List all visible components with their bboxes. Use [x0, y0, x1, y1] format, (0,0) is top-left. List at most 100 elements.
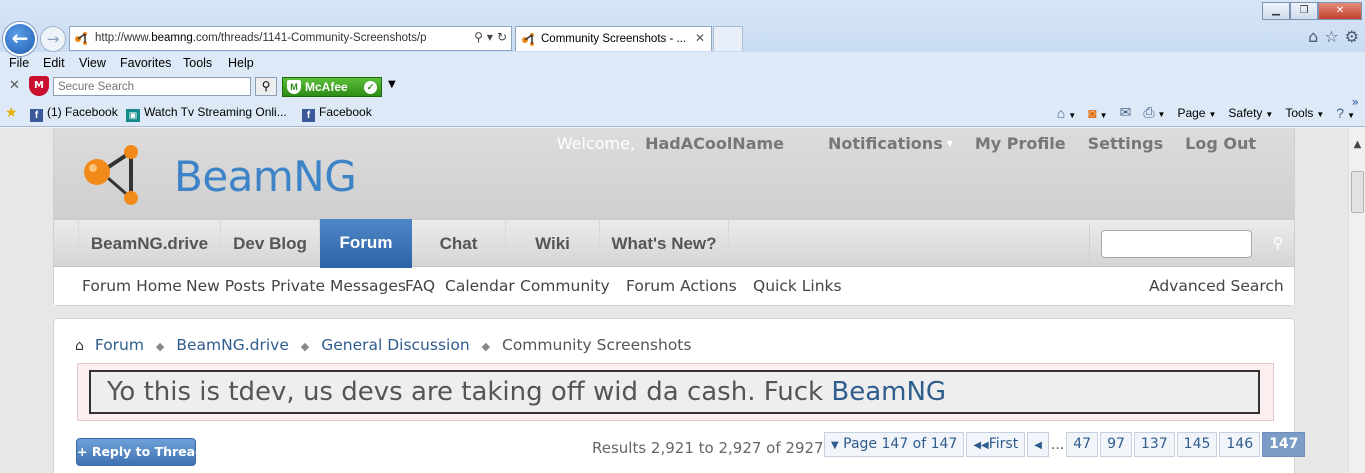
page-link[interactable]: 97	[1100, 432, 1132, 457]
window-close-icon[interactable]: ✕	[1318, 2, 1362, 20]
home-icon[interactable]: ⌂	[1308, 27, 1318, 46]
tab-beamng-drive[interactable]: BeamNG.drive	[78, 220, 221, 267]
subnav-private-messages[interactable]: Private Messages	[271, 277, 406, 295]
address-bar-icons: ⚲ ▾ ↻	[470, 30, 507, 44]
tab-whats-new[interactable]: What's New?	[600, 220, 729, 267]
print-button[interactable]: ⎙ ▼	[1143, 104, 1165, 121]
browser-tab[interactable]: Community Screenshots - ... ✕	[515, 26, 712, 51]
safety-menu[interactable]: Safety ▼	[1228, 106, 1273, 120]
close-toolbar-icon[interactable]: ✕	[9, 78, 20, 93]
vertical-scrollbar[interactable]: ▲	[1348, 128, 1365, 473]
mail-button[interactable]: ✉	[1120, 104, 1132, 121]
menu-edit[interactable]: Edit	[43, 56, 65, 70]
log-out-link[interactable]: Log Out	[1185, 134, 1256, 153]
page-link[interactable]: 145	[1176, 432, 1218, 457]
tab-dev-blog[interactable]: Dev Blog	[221, 220, 320, 267]
beamng-favicon-icon	[75, 32, 87, 45]
mcafee-shield-icon[interactable]: M	[29, 76, 49, 96]
notifications-link[interactable]: Notifications ▼	[806, 134, 953, 153]
breadcrumb: ⌂ Forum ◆ BeamNG.drive ◆ General Discuss…	[75, 336, 691, 354]
breadcrumb-general-discussion[interactable]: General Discussion	[321, 336, 469, 354]
tools-menu[interactable]: Tools ▼	[1285, 106, 1324, 120]
subnav-quick-links[interactable]: Quick Links	[753, 277, 842, 295]
my-profile-link[interactable]: My Profile	[975, 134, 1066, 153]
menu-view[interactable]: View	[79, 56, 106, 70]
page-link[interactable]: 146	[1219, 432, 1261, 457]
subnav-faq[interactable]: FAQ	[405, 277, 435, 295]
menu-help[interactable]: Help	[228, 56, 254, 70]
subnav-calendar[interactable]: Calendar	[445, 277, 515, 295]
search-input[interactable]	[1101, 230, 1252, 258]
address-url[interactable]: http://www.beamng.com/threads/1141-Commu…	[95, 32, 455, 44]
menu-tools[interactable]: Tools	[183, 56, 212, 70]
window-controls: ▁ ❐ ✕	[1262, 2, 1362, 20]
search-icon[interactable]: ⚲	[474, 30, 483, 44]
gear-icon[interactable]: ⚙	[1345, 27, 1359, 46]
minimize-icon[interactable]: ▁	[1262, 2, 1290, 20]
scrollbar-thumb[interactable]	[1351, 171, 1364, 213]
tab-title: Community Screenshots - ...	[541, 33, 687, 45]
tab-forum[interactable]: Forum	[320, 219, 412, 268]
page-menu[interactable]: Page ▼	[1177, 106, 1216, 120]
pager-ellipsis: ...	[1050, 437, 1065, 453]
back-button[interactable]: ←	[3, 22, 37, 56]
scroll-up-icon[interactable]: ▲	[1350, 139, 1365, 155]
restore-icon[interactable]: ❐	[1290, 2, 1318, 20]
forward-button[interactable]: →	[40, 26, 66, 52]
browser-right-tools: ⌂ ☆ ⚙	[1308, 27, 1359, 46]
favorites-star-icon[interactable]: ★	[5, 104, 18, 121]
breadcrumb-forum[interactable]: Forum	[95, 336, 144, 354]
favorite-watch-tv[interactable]: ▣ Watch Tv Streaming Onli...	[126, 105, 287, 122]
favorites-star-icon[interactable]: ☆	[1324, 27, 1338, 46]
search-icon[interactable]: ⚲	[1267, 232, 1289, 254]
subnav-forum-home[interactable]: Forum Home	[82, 277, 182, 295]
advanced-search-link[interactable]: Advanced Search	[1149, 277, 1284, 295]
settings-link[interactable]: Settings	[1088, 134, 1164, 153]
new-tab-button[interactable]	[713, 26, 743, 51]
user-nav: Welcome, HadACoolName Notifications ▼ My …	[557, 134, 1256, 153]
current-page: 147	[1262, 432, 1306, 457]
chevron-down-icon: ▼	[946, 139, 953, 148]
mcafee-status-badge[interactable]: M McAfee ✓	[282, 77, 382, 97]
tab-chat[interactable]: Chat	[412, 220, 506, 267]
favorite-facebook-2[interactable]: f Facebook	[302, 105, 372, 122]
page-of-dropdown[interactable]: ▼ Page 147 of 147	[824, 432, 965, 457]
username-link[interactable]: HadACoolName	[645, 134, 784, 153]
search-icon[interactable]: ⚲	[255, 77, 277, 96]
help-icon: ?	[1336, 104, 1345, 121]
check-icon: ✓	[364, 81, 377, 94]
subnav-new-posts[interactable]: New Posts	[186, 277, 265, 295]
close-icon[interactable]: ✕	[695, 31, 705, 45]
first-page-button[interactable]: ◀◀First	[966, 432, 1026, 457]
chevron-more-icon[interactable]: »	[1352, 95, 1359, 109]
menu-favorites[interactable]: Favorites	[120, 56, 171, 70]
tab-wiki[interactable]: Wiki	[506, 220, 600, 267]
subnav-community[interactable]: Community	[520, 277, 610, 295]
site-header: BeamNG Welcome, HadACoolName Notificatio…	[54, 128, 1294, 219]
home-icon[interactable]: ⌂	[75, 338, 84, 354]
subnav-forum-actions[interactable]: Forum Actions	[626, 277, 737, 295]
beamng-logo[interactable]: BeamNG	[79, 142, 357, 206]
favorites-bar: ★ f (1) Facebook ▣ Watch Tv Streaming Onli…	[0, 102, 1365, 124]
browser-chrome: ← → http://www.beamng.com/threads/1141-C…	[0, 0, 1365, 127]
mcafee-search-input[interactable]	[53, 77, 251, 96]
refresh-icon[interactable]: ↻	[497, 30, 507, 44]
chevron-down-icon[interactable]: ▾	[487, 30, 493, 44]
feeds-button[interactable]: ◙ ▼	[1088, 105, 1107, 121]
page-link[interactable]: 137	[1133, 432, 1175, 457]
facebook-icon: f	[30, 109, 43, 122]
reply-to-thread-button[interactable]: + Reply to Thread	[76, 438, 204, 466]
breadcrumb-beamng-drive[interactable]: BeamNG.drive	[176, 336, 289, 354]
menu-file[interactable]: File	[9, 56, 29, 70]
mcafee-toolbar: ✕ M ⚲ M McAfee ✓ ▼	[0, 76, 1365, 98]
home-button[interactable]: ⌂ ▼	[1057, 105, 1076, 121]
sub-nav: Forum Home New Posts Private Messages FA…	[54, 268, 1294, 305]
prev-page-button[interactable]: ◀	[1027, 432, 1049, 457]
chevron-down-icon[interactable]: ▼	[388, 79, 396, 90]
results-count: Results 2,921 to 2,927 of 2927	[592, 439, 824, 457]
page-link[interactable]: 47	[1066, 432, 1099, 457]
breadcrumb-current: Community Screenshots	[502, 336, 692, 354]
favorite-facebook-1[interactable]: f (1) Facebook	[30, 105, 118, 122]
address-bar[interactable]: http://www.beamng.com/threads/1141-Commu…	[69, 26, 512, 51]
tv-icon: ▣	[126, 109, 140, 122]
